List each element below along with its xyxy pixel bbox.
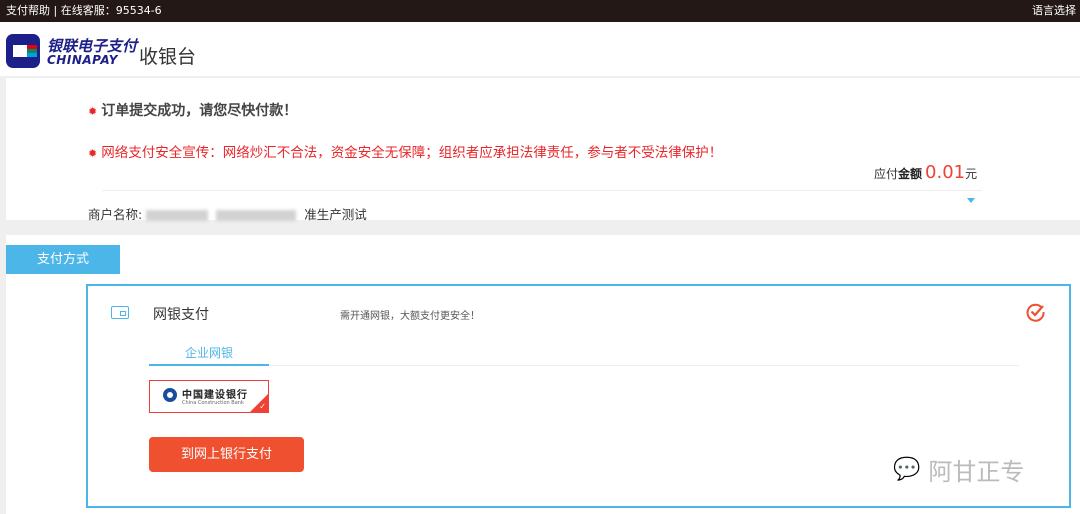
redacted-text <box>216 210 297 221</box>
merchant-name: 商户名称: 准生产测试 <box>88 204 367 223</box>
amount-label: 金额 <box>898 167 923 181</box>
success-text: 订单提交成功，请您尽快付款！ <box>101 103 298 119</box>
redacted-text <box>146 210 209 221</box>
amount-value: 0.01 <box>925 162 966 183</box>
tab-payment-method[interactable]: 支付方式 <box>6 245 120 274</box>
order-info: ✹ 订单提交成功，请您尽快付款！ ✹ 网络支付安全宣传：网络炒汇不合法，资金安全无保… <box>6 78 1080 223</box>
selected-check-icon <box>1026 303 1045 322</box>
header: 银联电子支付 CHINAPAY 收银台 <box>0 22 1080 76</box>
bulb-icon: ✹ <box>88 147 98 160</box>
watermark-text: 阿甘正专 <box>928 458 1025 486</box>
pay-online-bank-button[interactable]: 到网上银行支付 <box>149 437 304 472</box>
amount-unit: 元 <box>965 167 978 181</box>
ccb-logo-icon <box>163 388 177 402</box>
merchant-label: 商户名称: <box>88 207 143 222</box>
divider <box>102 190 982 191</box>
chinapay-logo-icon <box>6 34 40 68</box>
warning-text: 网络支付安全宣传：网络炒汇不合法，资金安全无保障；组织者应承担法律责任，参与者不… <box>101 145 723 161</box>
success-message: ✹ 订单提交成功，请您尽快付款！ <box>88 100 297 120</box>
bank-name-cn: 中国建设银行 <box>182 390 248 401</box>
amount-due: 应付金额 0.01元 <box>874 162 977 183</box>
bank-option-ccb[interactable]: 中国建设银行 China Construction Bank ✓ <box>149 380 269 413</box>
language-select[interactable]: 语言选择 <box>1032 0 1076 22</box>
watermark: 💬 阿甘正专 <box>893 452 1024 487</box>
check-icon: ✓ <box>259 402 266 411</box>
expand-details-icon[interactable] <box>967 198 975 203</box>
wechat-icon: 💬 <box>893 457 921 482</box>
bank-name-en: China Construction Bank <box>182 400 244 406</box>
amount-prefix: 应付 <box>874 167 899 181</box>
merchant-suffix: 准生产测试 <box>304 207 367 222</box>
warning-message: ✹ 网络支付安全宣传：网络炒汇不合法，资金安全无保障；组织者应承担法律责任，参与者… <box>88 141 722 161</box>
divider <box>149 365 1019 366</box>
bulb-icon: ✹ <box>88 105 98 118</box>
bank-card-icon <box>111 306 129 319</box>
tab-corporate-banking[interactable]: 企业网银 <box>149 344 269 366</box>
page-title: 收银台 <box>139 46 197 68</box>
brand-name-en: CHINAPAY <box>47 53 118 67</box>
method-description: 需开通网银，大额支付更安全！ <box>340 311 480 322</box>
top-bar: 支付帮助 | 在线客服：95534-6 语言选择 <box>0 0 1080 22</box>
help-contact[interactable]: 支付帮助 | 在线客服：95534-6 <box>6 4 162 17</box>
method-name: 网银支付 <box>153 307 209 323</box>
